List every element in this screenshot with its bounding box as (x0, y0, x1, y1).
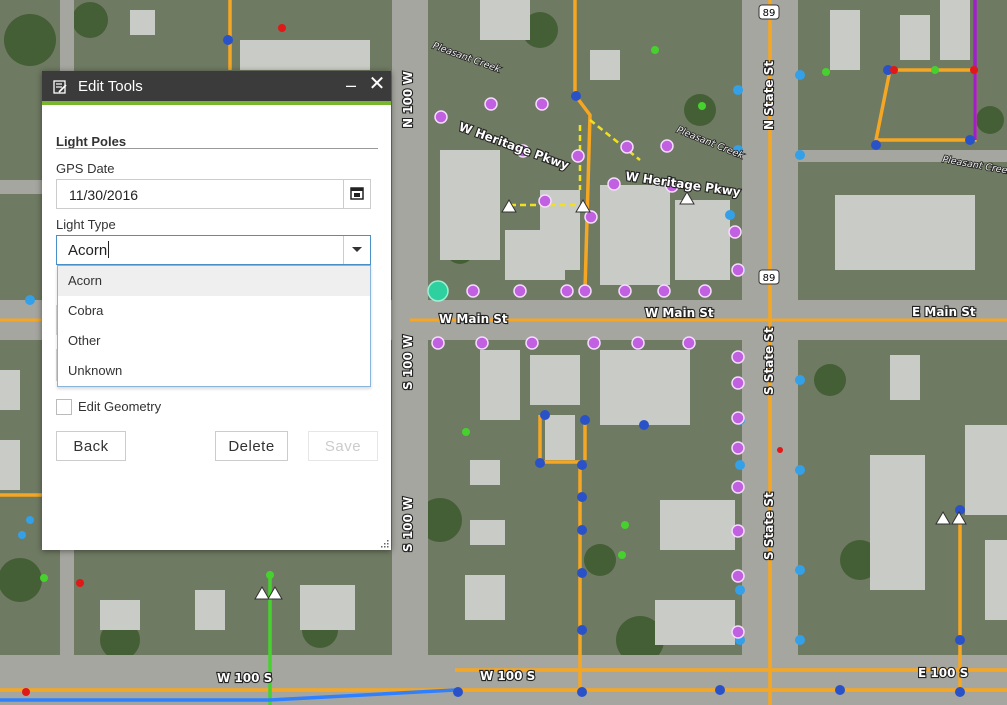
edit-tools-panel: Edit Tools – ✕ Light Poles GPS Date 11/3… (42, 71, 391, 550)
svg-text:N State St: N State St (762, 61, 776, 130)
edit-geometry-label: Edit Geometry (78, 399, 162, 414)
svg-text:89: 89 (763, 8, 776, 19)
svg-text:S State St: S State St (762, 327, 776, 395)
delete-button[interactable]: Delete (215, 431, 288, 461)
close-button[interactable]: ✕ (367, 73, 387, 95)
dropdown-option-cobra[interactable]: Cobra (58, 296, 370, 326)
dropdown-option-other[interactable]: Other (58, 326, 370, 356)
svg-text:W 100 S: W 100 S (480, 669, 535, 683)
svg-text:W Main St: W Main St (645, 306, 714, 320)
light-type-input[interactable]: Acorn (56, 235, 371, 265)
panel-header[interactable]: Edit Tools – ✕ (42, 71, 391, 105)
light-type-dropdown-list[interactable]: Acorn Cobra Other Unknown (57, 265, 371, 387)
light-type-label: Light Type (56, 217, 116, 232)
svg-text:S 100 W: S 100 W (401, 497, 415, 552)
light-type-value[interactable]: Acorn (68, 242, 107, 259)
dropdown-option-acorn[interactable]: Acorn (58, 266, 370, 296)
layer-title: Light Poles (56, 134, 127, 149)
chevron-down-icon (352, 247, 362, 252)
svg-text:W Main St: W Main St (439, 312, 508, 326)
minimize-button[interactable]: – (342, 74, 360, 96)
layer-divider (56, 148, 378, 149)
text-caret (108, 241, 109, 258)
dropdown-option-unknown[interactable]: Unknown (58, 356, 370, 386)
gps-date-field[interactable]: 11/30/2016 (56, 179, 371, 209)
edit-geometry-checkbox[interactable] (56, 399, 72, 415)
calendar-icon (350, 187, 364, 200)
svg-text:S State St: S State St (762, 492, 776, 560)
edit-tools-icon (53, 80, 67, 94)
gps-date-label: GPS Date (56, 161, 115, 176)
selected-feature[interactable] (427, 280, 449, 302)
gps-date-value[interactable]: 11/30/2016 (69, 187, 138, 203)
calendar-button[interactable] (343, 180, 370, 208)
panel-title: Edit Tools (78, 78, 143, 95)
svg-text:W 100 S: W 100 S (217, 671, 272, 685)
svg-text:N 100 W: N 100 W (401, 71, 415, 128)
svg-text:E 100 S: E 100 S (918, 666, 968, 680)
svg-text:E Main St: E Main St (912, 305, 976, 319)
save-button[interactable]: Save (308, 431, 378, 461)
resize-grip-icon[interactable] (379, 538, 389, 548)
back-button[interactable]: Back (56, 431, 126, 461)
svg-text:89: 89 (763, 273, 776, 284)
svg-text:S 100 W: S 100 W (401, 335, 415, 390)
light-type-dropdown-button[interactable] (343, 236, 370, 264)
